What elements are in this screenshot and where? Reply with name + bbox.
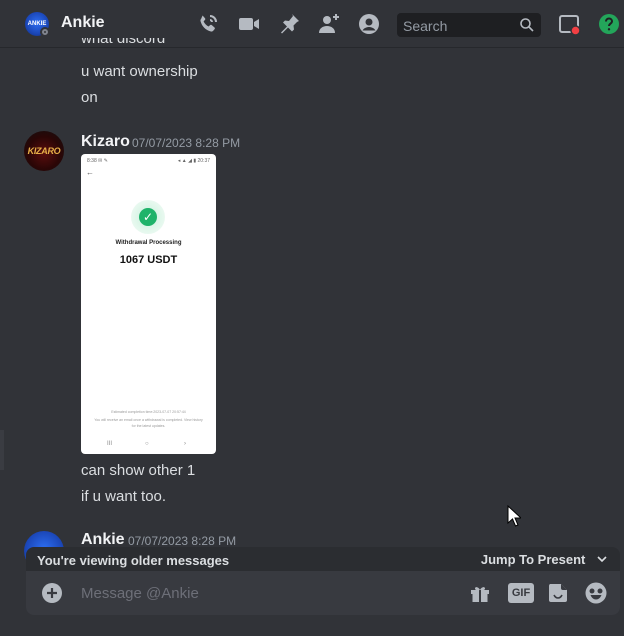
upload-plus-icon[interactable] — [40, 581, 64, 605]
message-timestamp: 07/07/2023 8:28 PM — [132, 136, 241, 150]
video-call-icon[interactable] — [237, 12, 261, 36]
sticker-icon[interactable] — [546, 581, 570, 605]
phone-nav-recent: III — [107, 441, 113, 447]
withdrawal-label: Withdrawal Processing — [115, 240, 182, 246]
phone-call-icon[interactable] — [196, 12, 220, 36]
message-input-placeholder: Message @Ankie — [81, 585, 199, 602]
withdrawal-amount: 1067 USDT — [119, 254, 178, 266]
back-arrow-icon: ← — [86, 168, 94, 177]
withdrawal-footer: for the latest updates. — [131, 424, 166, 428]
message-username[interactable]: Kizaro — [81, 133, 130, 151]
message-line: what discord — [81, 38, 166, 47]
message-line: on — [81, 89, 98, 106]
message-line: u want ownership — [81, 63, 198, 80]
gif-button[interactable]: GIF — [508, 583, 534, 603]
help-icon[interactable] — [597, 12, 621, 36]
inbox-icon[interactable] — [557, 12, 581, 36]
older-messages-bar: You're viewing older messages Jump To Pr… — [26, 547, 620, 573]
kizaro-avatar[interactable]: KIZARO — [24, 131, 64, 171]
phone-nav-home: ○ — [145, 441, 149, 447]
gift-icon[interactable] — [468, 581, 492, 605]
emoji-icon[interactable] — [584, 581, 608, 605]
mouse-cursor-icon — [507, 505, 521, 527]
search-icon — [520, 18, 534, 32]
scroll-edge — [0, 430, 4, 470]
jump-to-present-label: Jump To Present — [480, 552, 586, 567]
message-line: if u want too. — [81, 488, 167, 505]
phone-nav-back: › — [184, 441, 186, 447]
message-line: can show other 1 — [81, 462, 196, 479]
add-friend-icon[interactable] — [317, 12, 341, 36]
kizaro-avatar-logo: KIZARO — [27, 146, 61, 156]
phone-status-right: ◂ ▲ ◢ ▮ 20:37 — [177, 158, 210, 164]
pin-icon[interactable] — [277, 12, 301, 36]
image-attachment[interactable]: 8:38 ✉ ✎ ◂ ▲ ◢ ▮ 20:37 ← ✓ Withdrawal Pr… — [81, 154, 216, 454]
message-composer[interactable]: Message @Ankie GIF — [26, 571, 620, 615]
search-box[interactable]: Search — [397, 13, 541, 37]
user-profile-icon[interactable] — [357, 12, 381, 36]
chevron-down-icon — [597, 556, 607, 563]
withdrawal-footer: You will receive an email once a withdra… — [94, 418, 203, 422]
older-messages-text: You're viewing older messages — [37, 553, 230, 568]
checkmark-icon: ✓ — [139, 208, 157, 226]
message-timestamp: 07/07/2023 8:28 PM — [128, 534, 237, 548]
dm-title: Ankie — [61, 14, 105, 31]
offline-status-indicator — [40, 27, 50, 37]
phone-status-left: 8:38 ✉ ✎ — [87, 158, 108, 164]
withdrawal-footer: Estimated completion time:2023-07-07 20:… — [111, 410, 186, 414]
jump-to-present-button[interactable]: Jump To Present — [481, 552, 607, 567]
search-placeholder: Search — [403, 18, 448, 34]
